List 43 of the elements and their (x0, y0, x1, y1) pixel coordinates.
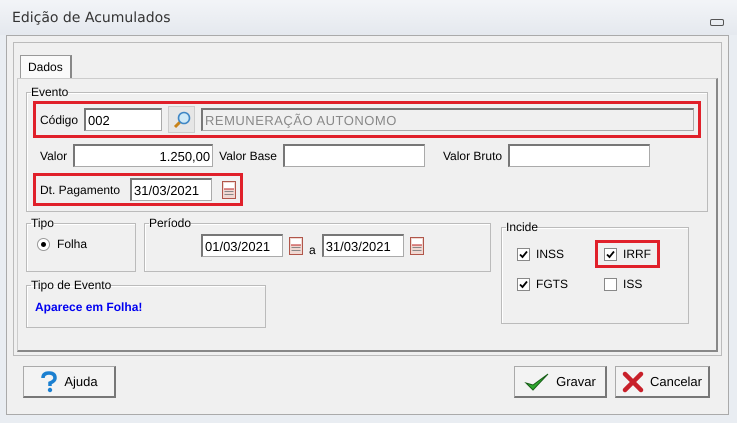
field-label: Código (40, 112, 78, 126)
event-type-text: Aparece em Folha! (34, 299, 144, 316)
group-label: Tipo (31, 216, 54, 230)
calendar-icon[interactable] (410, 236, 424, 254)
radio-option[interactable]: Folha (33, 232, 129, 256)
group-label: Evento (31, 85, 68, 99)
checkbox[interactable] (604, 248, 617, 260)
value-input[interactable]: 1.250,00 (73, 144, 214, 167)
save-button[interactable]: Gravar (514, 366, 607, 398)
question-mark-icon (40, 370, 58, 392)
start-date-input[interactable]: 01/03/2021 (201, 234, 283, 257)
field-label: Dt. Pagamento (40, 182, 120, 196)
field-label: Valor Bruto (442, 148, 502, 162)
checkbox-option[interactable]: ISS (604, 277, 642, 291)
date-input[interactable]: 31/03/2021 (130, 178, 212, 201)
checkbox-option[interactable]: FGTS (517, 277, 568, 291)
checkbox[interactable] (517, 278, 530, 290)
end-date-input[interactable]: 31/03/2021 (322, 234, 404, 257)
calendar-icon[interactable] (289, 236, 303, 254)
cancel-button[interactable]: Cancelar (614, 366, 710, 398)
checkmark-icon (524, 370, 550, 392)
tab[interactable]: Dados (20, 55, 72, 78)
checkbox[interactable] (604, 278, 617, 290)
radio-icon[interactable] (37, 238, 50, 250)
gross-value-input[interactable] (508, 144, 650, 167)
minimize-icon[interactable] (710, 19, 724, 26)
base-value-input[interactable] (282, 144, 425, 167)
checkbox[interactable] (517, 248, 530, 260)
code-input[interactable]: 002 (84, 108, 162, 131)
checkbox-option[interactable]: INSS (517, 247, 564, 261)
group-label: Período (149, 216, 192, 230)
group-label: Tipo de Evento (31, 278, 112, 292)
search-icon (172, 110, 192, 130)
cross-icon (622, 370, 644, 392)
calendar-icon[interactable] (222, 180, 236, 198)
search-button[interactable] (168, 106, 196, 133)
help-button[interactable]: Ajuda (23, 366, 116, 398)
checkbox-option[interactable]: IRRF (604, 247, 651, 261)
window-title: Edição de Acumulados (12, 10, 170, 26)
field-label: Valor (40, 148, 68, 162)
group-label: Incide (506, 220, 538, 234)
field-label: Valor Base (219, 148, 277, 162)
range-separator: a (309, 242, 316, 256)
